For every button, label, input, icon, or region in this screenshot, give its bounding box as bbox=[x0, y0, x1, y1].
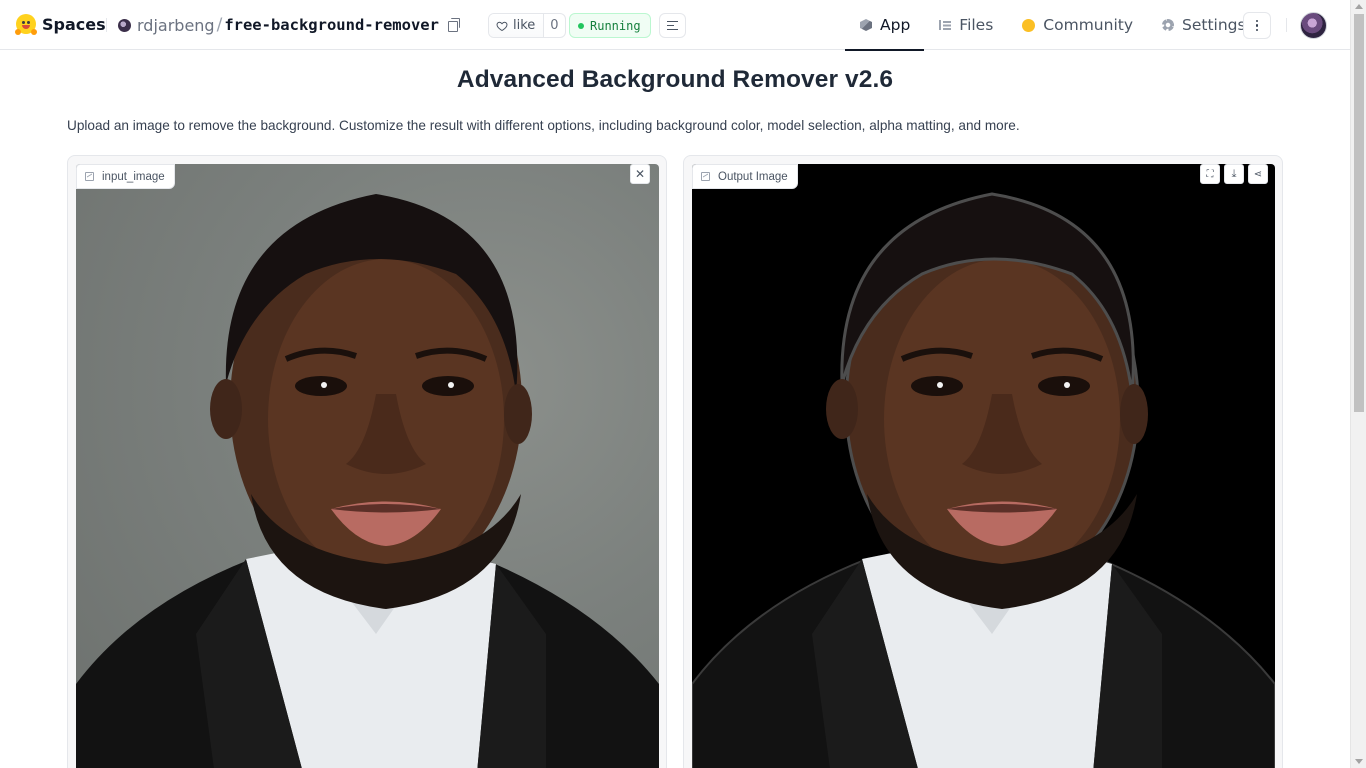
more-options-button[interactable] bbox=[1243, 12, 1271, 39]
share-icon: ⋖ bbox=[1253, 168, 1263, 180]
owner-avatar bbox=[118, 18, 131, 32]
kebab-dot-icon bbox=[1255, 19, 1259, 23]
copy-icon[interactable] bbox=[447, 18, 461, 32]
logs-button[interactable] bbox=[659, 13, 686, 38]
tab-community[interactable]: Community bbox=[1007, 0, 1147, 50]
huggingface-logo-icon bbox=[15, 14, 37, 35]
output-image-frame bbox=[692, 164, 1275, 768]
input-image-panel: input_image ✕ bbox=[67, 155, 667, 768]
page-scrollbar[interactable] bbox=[1350, 0, 1366, 768]
repo-breadcrumb: rdjarbeng / free-background-remover bbox=[118, 13, 461, 37]
input-image-label: input_image bbox=[76, 164, 175, 189]
community-icon bbox=[1022, 18, 1036, 32]
scroll-thumb[interactable] bbox=[1354, 14, 1364, 412]
output-image-panel: Output Image ⛶ ⤓ ⋖ bbox=[683, 155, 1283, 768]
heart-icon bbox=[496, 21, 508, 31]
share-button[interactable]: ⋖ bbox=[1248, 164, 1268, 184]
download-button[interactable]: ⤓ bbox=[1224, 164, 1244, 184]
spaces-home-link[interactable]: Spaces bbox=[15, 14, 106, 35]
tab-label: Files bbox=[959, 16, 994, 34]
top-navbar: Spaces rdjarbeng / free-background-remov… bbox=[0, 0, 1350, 51]
like-label: like bbox=[513, 18, 536, 33]
tab-label: Community bbox=[1043, 16, 1134, 34]
clear-image-button[interactable]: ✕ bbox=[630, 164, 650, 184]
space-tabs: App Files Community Settings bbox=[845, 0, 1260, 51]
app-title: Advanced Background Remover v2.6 bbox=[456, 66, 894, 93]
breadcrumb-separator: / bbox=[216, 15, 223, 35]
tab-label: App bbox=[880, 16, 911, 34]
fullscreen-icon: ⛶ bbox=[1206, 168, 1214, 180]
tab-files[interactable]: Files bbox=[924, 0, 1007, 50]
scroll-up-arrow-icon[interactable] bbox=[1355, 4, 1363, 9]
brand-name: Spaces bbox=[42, 14, 106, 34]
tab-label: Settings bbox=[1182, 16, 1246, 34]
like-group: like 0 bbox=[488, 13, 566, 38]
input-portrait-image bbox=[76, 194, 659, 768]
divider bbox=[106, 18, 107, 32]
output-portrait-image bbox=[692, 192, 1275, 768]
tab-app[interactable]: App bbox=[845, 0, 925, 51]
status-dot-icon bbox=[578, 22, 584, 29]
gear-icon bbox=[1162, 19, 1175, 31]
logs-icon bbox=[667, 21, 678, 30]
output-label-text: Output Image bbox=[718, 170, 788, 183]
repo-owner-link[interactable]: rdjarbeng bbox=[137, 16, 215, 35]
close-icon: ✕ bbox=[634, 167, 646, 181]
input-label-text: input_image bbox=[102, 170, 165, 183]
kebab-dot-icon bbox=[1255, 28, 1259, 32]
files-icon bbox=[939, 19, 952, 31]
status-badge[interactable]: Running bbox=[569, 13, 651, 38]
input-image-frame[interactable] bbox=[76, 164, 659, 768]
like-count[interactable]: 0 bbox=[544, 14, 564, 37]
fullscreen-button[interactable]: ⛶ bbox=[1200, 164, 1220, 184]
output-image-label: Output Image bbox=[692, 164, 798, 189]
download-icon: ⤓ bbox=[1231, 167, 1237, 180]
scroll-down-arrow-icon[interactable] bbox=[1355, 759, 1363, 764]
status-label: Running bbox=[590, 18, 641, 33]
image-icon bbox=[85, 172, 94, 181]
image-icon bbox=[701, 172, 710, 181]
kebab-dot-icon bbox=[1255, 24, 1259, 27]
like-button[interactable]: like bbox=[489, 14, 545, 37]
repo-name-link[interactable]: free-background-remover bbox=[224, 16, 439, 34]
user-avatar[interactable] bbox=[1300, 12, 1327, 39]
cube-icon bbox=[860, 19, 872, 31]
app-description: Upload an image to remove the background… bbox=[67, 118, 1020, 133]
divider bbox=[1286, 18, 1287, 32]
